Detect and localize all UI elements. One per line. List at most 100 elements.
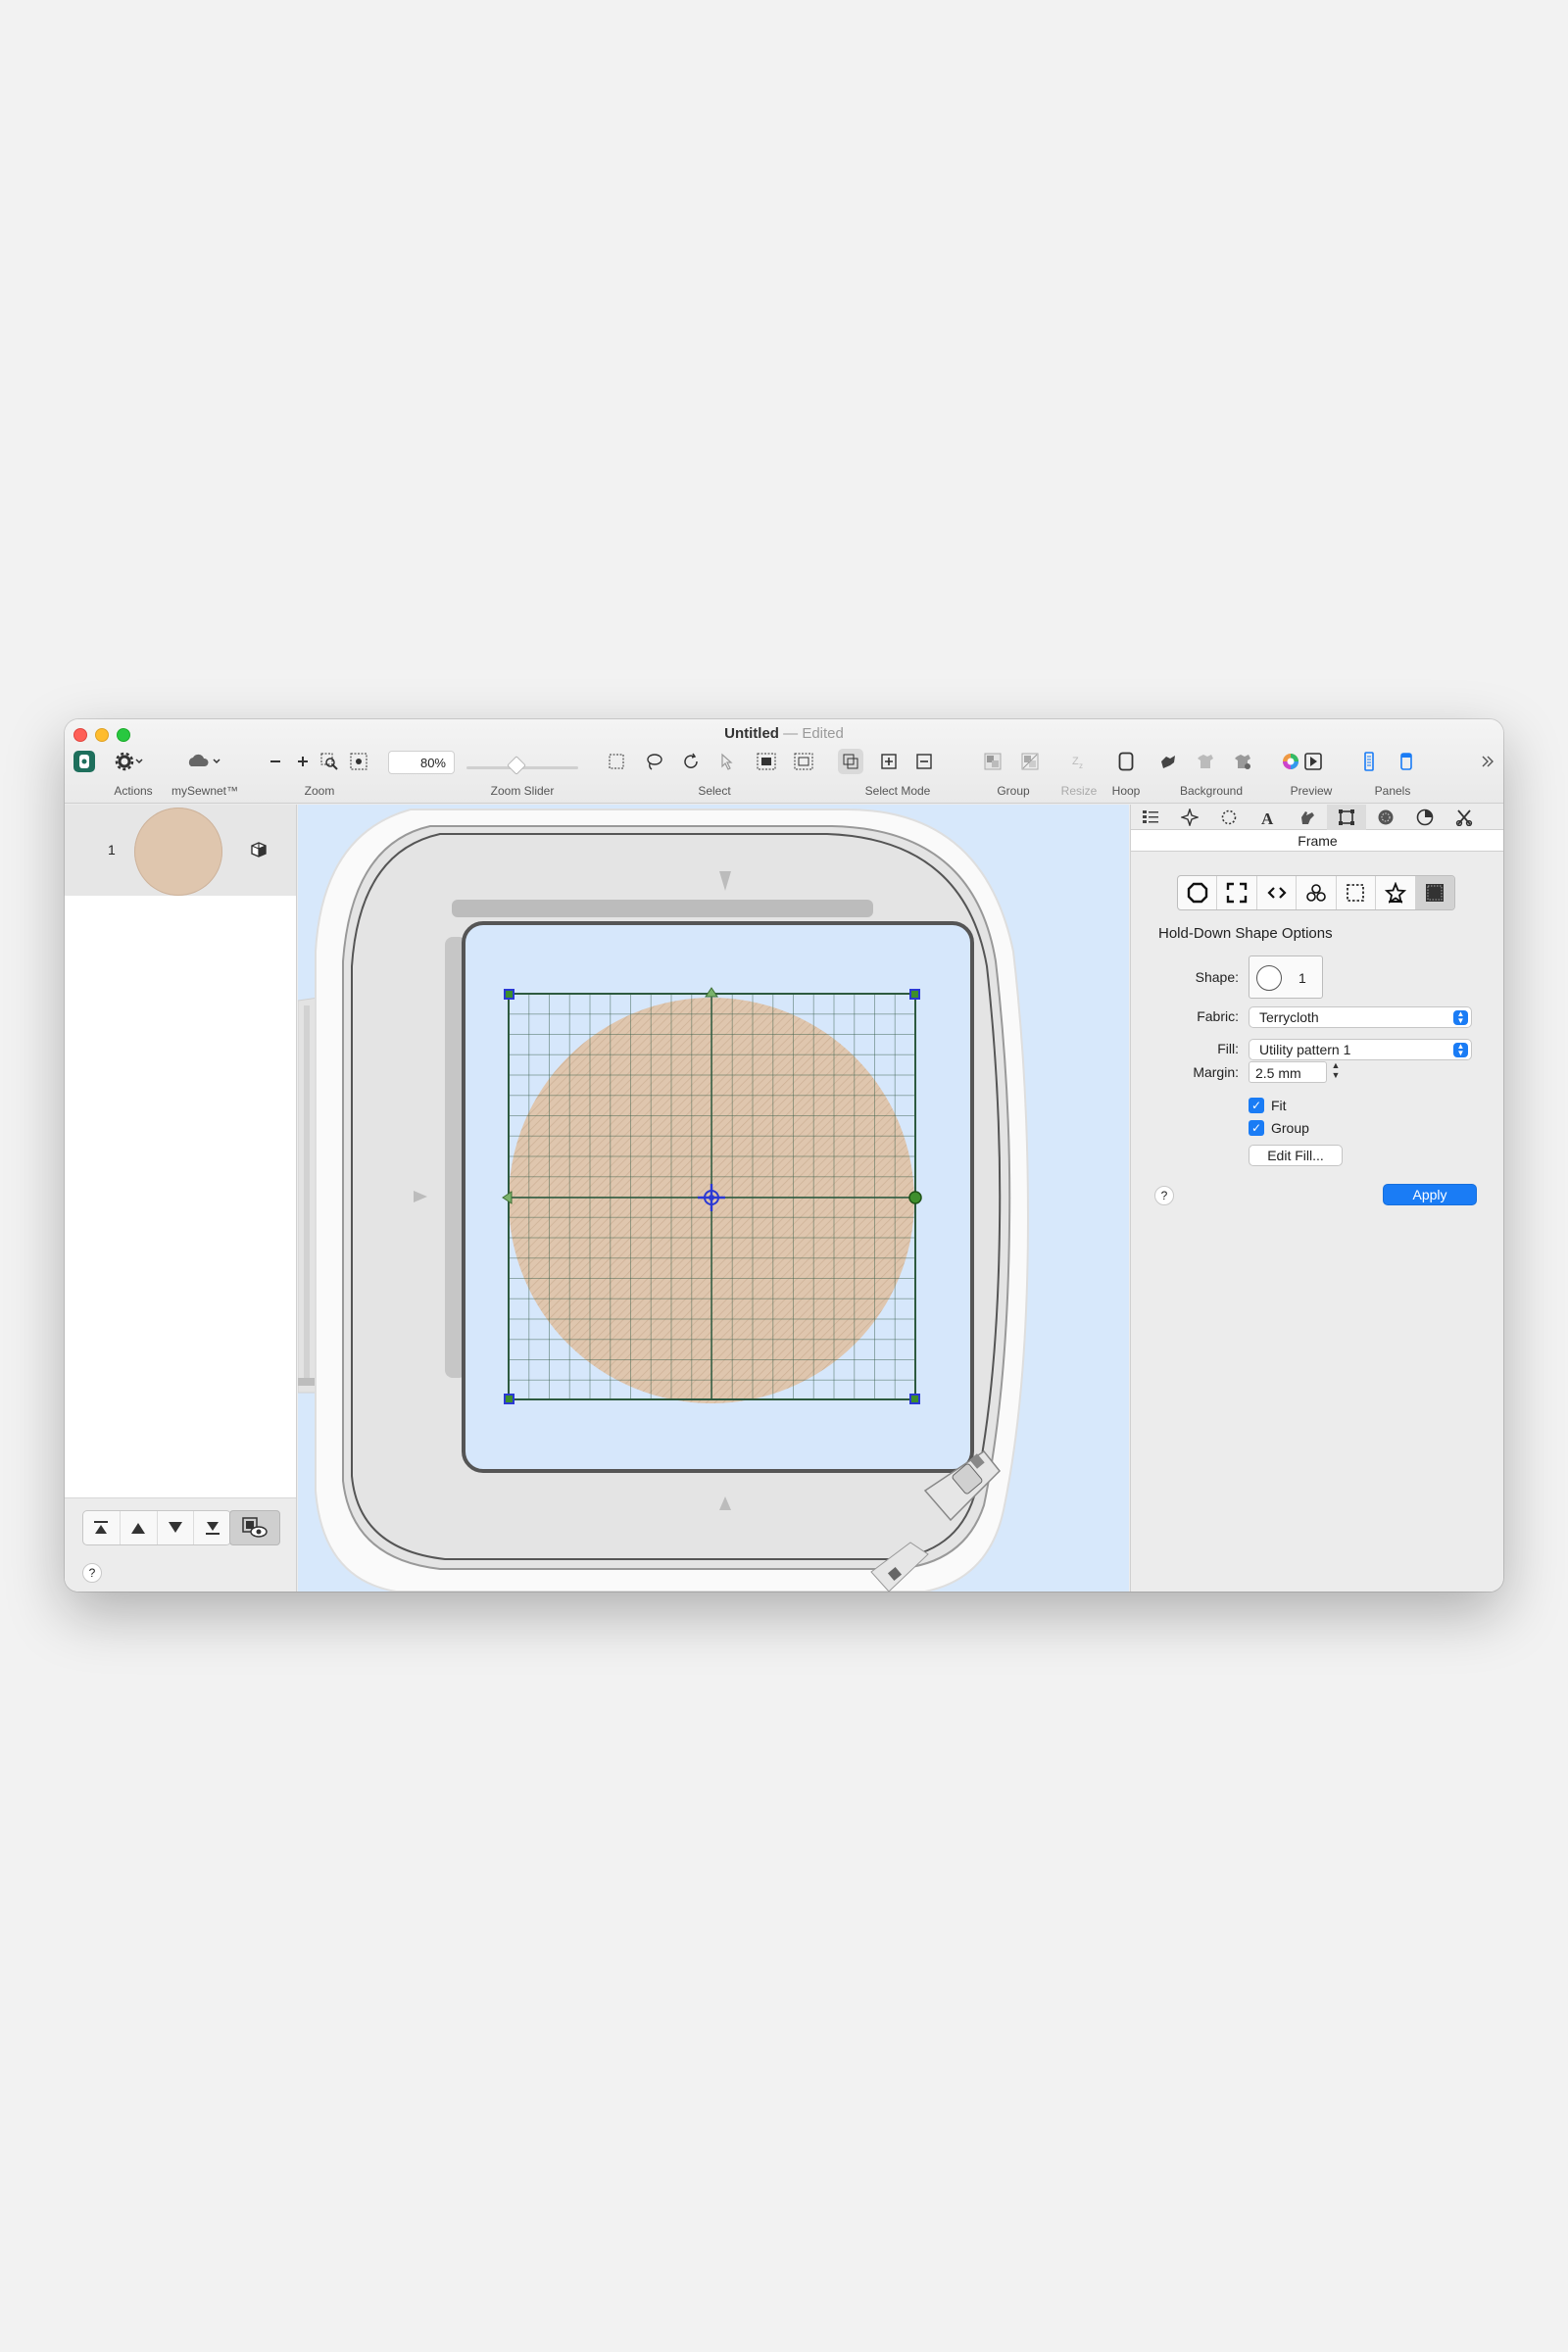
select-all-icon[interactable] (755, 749, 778, 774)
move-to-top-button[interactable] (83, 1511, 121, 1544)
group-icon[interactable] (982, 749, 1004, 774)
corners-icon (1226, 882, 1248, 904)
list-tab[interactable] (1131, 805, 1170, 830)
shape-motif-button[interactable] (1297, 876, 1337, 909)
ungroup-icon[interactable] (1019, 749, 1041, 774)
actions-label: Actions (114, 784, 153, 798)
shape-star-button[interactable] (1376, 876, 1416, 909)
move-up-button[interactable] (121, 1511, 158, 1544)
hoop-label: Hoop (1111, 784, 1141, 798)
pie-icon (1416, 808, 1434, 826)
background-off-icon[interactable] (1194, 749, 1217, 774)
shape-picker[interactable]: 1 (1249, 956, 1323, 999)
toolbar: Untitled — Edited 80% Z z Actions mySewn… (65, 719, 1503, 804)
resize-handle-tl[interactable] (504, 989, 514, 1000)
app-icon[interactable] (71, 749, 98, 774)
preview-label: Preview (1290, 784, 1333, 798)
shape-label: Shape: (1195, 969, 1239, 985)
panel-tabs: A (1131, 805, 1503, 830)
dotted-circle-tab[interactable] (1209, 805, 1249, 830)
letter-a-icon: A (1261, 809, 1274, 826)
select-arrow-icon[interactable] (717, 749, 739, 774)
marquee-select-icon[interactable] (606, 749, 627, 774)
background-label: Background (1179, 784, 1244, 798)
margin-stepper[interactable]: ▲ ▼ (1329, 1060, 1343, 1084)
select-mode-intersect-icon[interactable] (840, 749, 861, 774)
shape-corners-button[interactable] (1217, 876, 1257, 909)
play-icon[interactable] (1302, 749, 1324, 774)
fit-checkbox[interactable]: ✓ (1249, 1098, 1264, 1113)
zoom-to-rect-icon[interactable] (319, 749, 339, 774)
design-canvas[interactable] (298, 805, 1129, 1592)
pie-tab[interactable] (1405, 805, 1445, 830)
panel-left-icon[interactable] (1358, 749, 1380, 774)
mysewnet-label: mySewnet™ (171, 784, 239, 798)
resize-handle-bl[interactable] (504, 1394, 514, 1404)
star-tab[interactable] (1170, 805, 1209, 830)
panel-right-icon[interactable] (1396, 749, 1417, 774)
background-edit-icon[interactable] (1231, 749, 1254, 774)
shape-dashed-rect-button[interactable] (1337, 876, 1377, 909)
margin-label: Margin: (1193, 1064, 1239, 1080)
pattern-circle-icon (1378, 809, 1394, 825)
resize-handle-br[interactable] (909, 1394, 920, 1404)
zoom-slider-thumb[interactable] (507, 756, 527, 775)
rotate-handle[interactable] (908, 1191, 922, 1204)
fabric-select[interactable]: Terrycloth ▲ ▼ (1249, 1006, 1472, 1028)
pattern-tab[interactable] (1366, 805, 1405, 830)
shape-arrows-button[interactable] (1257, 876, 1298, 909)
color-wheel-icon[interactable] (1280, 749, 1301, 774)
gear-icon[interactable] (114, 749, 147, 774)
rotate-select-icon[interactable] (680, 749, 702, 774)
help-button[interactable]: ? (82, 1563, 102, 1583)
layer-type-icon[interactable] (249, 840, 269, 864)
chevron-updown-icon: ▲ ▼ (1453, 1010, 1468, 1025)
hand-tab[interactable] (1288, 805, 1327, 830)
document-status: Edited (802, 725, 844, 742)
zoom-in-icon[interactable] (294, 749, 312, 774)
options-title: Hold-Down Shape Options (1158, 925, 1333, 942)
resize-icon[interactable]: Zz (1068, 749, 1090, 774)
group-label: Group (997, 784, 1030, 798)
resize-handle-tr[interactable] (909, 989, 920, 1000)
letter-a-tab[interactable]: A (1249, 805, 1288, 830)
hoop-icon[interactable] (1115, 749, 1137, 774)
background-icon[interactable] (1156, 749, 1180, 774)
edit-fill-button[interactable]: Edit Fill... (1249, 1145, 1343, 1166)
select-mode-subtract-icon[interactable] (913, 749, 935, 774)
octagon-icon (1187, 882, 1207, 904)
visibility-toggle-button[interactable] (229, 1510, 280, 1545)
more-icon[interactable] (1478, 749, 1497, 774)
move-bottom-icon (205, 1522, 220, 1535)
svg-text:Z: Z (1072, 756, 1079, 767)
fill-label: Fill: (1217, 1041, 1239, 1056)
tools-tab[interactable] (1445, 805, 1484, 830)
zoom-value-field[interactable]: 80% (388, 751, 455, 774)
frame-tab[interactable] (1327, 805, 1366, 830)
group-checkbox[interactable]: ✓ (1249, 1120, 1264, 1136)
move-down-button[interactable] (158, 1511, 195, 1544)
apply-button[interactable]: Apply (1383, 1184, 1477, 1205)
svg-text:A: A (1261, 809, 1274, 826)
help-button[interactable]: ? (1154, 1186, 1174, 1205)
panel-section-title: Frame (1131, 830, 1503, 852)
move-up-icon (131, 1523, 146, 1534)
scissors-icon (1455, 809, 1473, 826)
select-mode-add-icon[interactable] (878, 749, 900, 774)
margin-field[interactable]: 2.5 mm (1249, 1061, 1327, 1083)
fill-select[interactable]: Utility pattern 1 ▲ ▼ (1249, 1039, 1472, 1060)
hand-icon (1301, 811, 1314, 824)
shape-fill-button[interactable] (1415, 876, 1454, 909)
move-to-bottom-button[interactable] (194, 1511, 230, 1544)
zoom-fit-icon[interactable] (349, 749, 368, 774)
shape-type-selector (1177, 875, 1455, 910)
layer-row[interactable]: 1 (65, 805, 296, 896)
zoom-out-icon[interactable] (267, 749, 284, 774)
cloud-icon[interactable] (184, 749, 227, 774)
lasso-icon[interactable] (643, 749, 664, 774)
shape-octagon-button[interactable] (1178, 876, 1218, 909)
deselect-icon[interactable] (792, 749, 815, 774)
chevron-updown-icon: ▲ ▼ (1453, 1043, 1468, 1057)
star-icon (1384, 882, 1406, 904)
title-separator: — (783, 725, 799, 742)
